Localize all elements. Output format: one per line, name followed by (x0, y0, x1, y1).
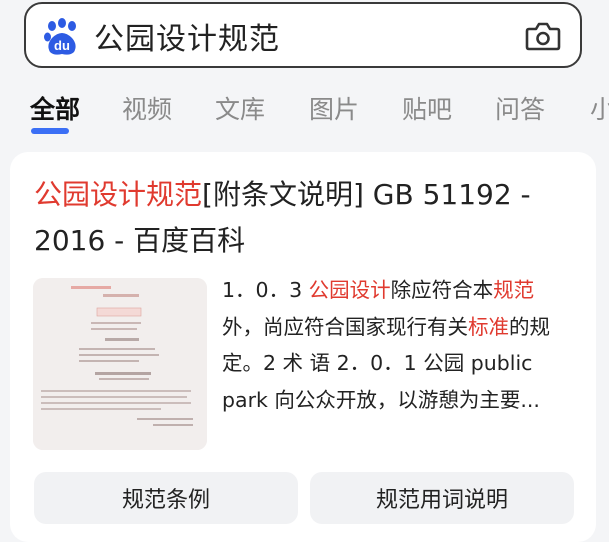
tab-images[interactable]: 图片 (309, 90, 359, 126)
title-highlight: 公园设计规范 (34, 178, 203, 211)
camera-icon[interactable] (524, 20, 562, 52)
tab-bar: 全部 视频 文库 图片 贴吧 问答 小 (0, 82, 609, 142)
snippet-highlight: 标准 (468, 314, 509, 339)
tab-wenku[interactable]: 文库 (215, 90, 265, 126)
active-tab-indicator (31, 128, 69, 134)
tab-more[interactable]: 小 (590, 90, 609, 126)
snippet-part: 外，尚应符合国家现行有关 (222, 314, 468, 339)
result-title-link[interactable]: 公园设计规范[附条文说明] GB 51192 - 2016 - 百度百科 (34, 172, 574, 264)
search-input[interactable]: 公园设计规范 (94, 14, 280, 58)
document-thumbnail-image (33, 278, 207, 450)
baidu-logo-text: du (54, 38, 70, 53)
snippet-part: 1．0．3 (222, 278, 309, 302)
document-thumbnail[interactable] (33, 278, 207, 450)
tab-tieba[interactable]: 贴吧 (402, 90, 452, 126)
baidu-paw-icon: du (44, 18, 76, 55)
result-snippet: 1．0．3 公园设计除应符合本规范外，尚应符合国家现行有关标准的规定。2 术 语… (222, 272, 574, 418)
chip-terminology[interactable]: 规范用词说明 (310, 472, 574, 524)
snippet-part: 除应符合本 (390, 278, 494, 302)
chip-regulations[interactable]: 规范条例 (34, 472, 298, 524)
tab-all[interactable]: 全部 (30, 90, 80, 126)
tab-video[interactable]: 视频 (122, 90, 172, 126)
snippet-highlight: 规范 (493, 278, 535, 302)
tab-qa[interactable]: 问答 (495, 90, 545, 126)
snippet-highlight: 公园设计 (308, 278, 391, 302)
